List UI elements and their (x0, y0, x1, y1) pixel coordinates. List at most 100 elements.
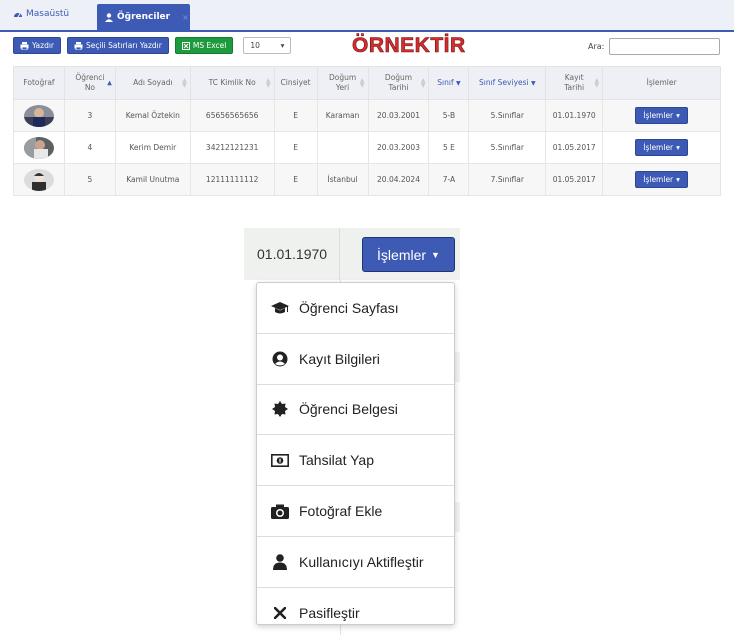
sort-icon: ▲ ▼ (359, 77, 365, 89)
menu-item-activate-user[interactable]: Kullanıcıyı Aktifleştir (257, 537, 454, 588)
row-actions-label: İşlemler (643, 111, 674, 120)
column-header-label: Fotoğraf (23, 78, 55, 88)
menu-item-label: Pasifleştir (299, 605, 360, 622)
caret-down-icon: ▾ (676, 111, 680, 120)
caret-down-icon: ▾ (676, 175, 680, 184)
class-cell: 5-B (428, 99, 470, 132)
avatar[interactable] (23, 104, 54, 127)
menu-item-label: Öğrenci Belgesi (299, 401, 398, 418)
column-header-label: Öğrenci No (75, 73, 105, 92)
dashboard-icon (14, 13, 22, 18)
column-header-actions: İşlemler (602, 66, 721, 100)
column-header-label: Kayıt Tarihi (564, 73, 585, 92)
graduation-cap-icon (271, 299, 289, 317)
tab-students-label: Öğrenciler (117, 12, 171, 22)
column-header-student-no[interactable]: Öğrenci No ▲ (63, 66, 116, 100)
column-header-class[interactable]: Sınıf ▼ (428, 66, 470, 100)
student-list-screenshot: Masaüstü Öğrenciler × Yazdır Seçili Satı… (0, 0, 734, 205)
name-cell: Kemal Öztekin (114, 99, 191, 132)
row-actions-button[interactable]: İşlemler ▾ (635, 107, 688, 124)
table-row: 3 Kemal Öztekin 65656565656 E Karaman 20… (13, 99, 721, 132)
row-actions-button[interactable]: İşlemler ▾ (635, 139, 688, 156)
print-button-label: Yazdır (32, 41, 55, 50)
column-header-label: Doğum Tarihi (384, 73, 413, 92)
row-actions-button[interactable]: İşlemler ▾ (635, 171, 688, 188)
class-cell: 5 E (428, 131, 470, 164)
print-button[interactable]: Yazdır (13, 37, 62, 54)
sort-asc-icon: ▲ (107, 79, 112, 87)
column-header-tc[interactable]: TC Kimlik No ▲ ▼ (189, 66, 275, 100)
menu-item-add-photo[interactable]: Fotoğraf Ekle (257, 486, 454, 537)
birthdate-cell: 20.03.2003 (367, 131, 430, 164)
times-icon (271, 604, 289, 622)
column-header-label: İşlemler (646, 78, 677, 88)
column-header-level[interactable]: Sınıf Seviyesi ▼ (468, 66, 547, 100)
tab-students[interactable]: Öğrenciler × (97, 4, 190, 30)
print-selected-button[interactable]: Seçili Satırları Yazdır (67, 37, 169, 54)
column-header-photo[interactable]: Fotoğraf (13, 66, 65, 100)
avatar[interactable] (23, 136, 54, 159)
table-header-row: Fotoğraf Öğrenci No ▲ Adı Soyadı ▲ ▼ TC Kim… (13, 66, 721, 100)
table-row: 5 Kamil Unutma 12111111112 E İstanbul 20… (13, 163, 721, 196)
camera-icon (271, 502, 289, 520)
search-label: Ara: (588, 42, 605, 51)
column-header-label: Doğum Yeri (328, 73, 357, 92)
actions-dropdown-label: İşlemler (377, 246, 427, 263)
row-actions-label: İşlemler (643, 143, 674, 152)
excel-icon (181, 41, 190, 50)
menu-item-label: Fotoğraf Ekle (299, 503, 383, 520)
excel-button[interactable]: MS Excel (174, 37, 234, 54)
column-header-label: Sınıf Seviyesi (478, 78, 529, 88)
menu-item-deactivate[interactable]: Pasifleştir (257, 588, 454, 635)
chevron-down-icon: ▾ (280, 41, 285, 50)
user-icon (105, 12, 113, 22)
column-header-birthplace[interactable]: Doğum Yeri ▲ ▼ (316, 66, 369, 100)
column-header-label: TC Kimlik No (208, 78, 256, 88)
level-cell: 5.Sınıflar (468, 131, 547, 164)
money-icon (271, 451, 289, 469)
gender-cell: E (273, 163, 318, 196)
sort-icon: ▲ ▼ (182, 77, 187, 89)
gender-cell: E (273, 131, 318, 164)
search-input[interactable] (609, 38, 721, 55)
page-length-select[interactable]: 10 ▾ (243, 37, 292, 54)
actions-dropdown-menu: Öğrenci Sayfası Kayıt Bilgileri Öğrenci … (256, 282, 455, 625)
sort-icon: ▲ ▼ (594, 77, 600, 89)
menu-item-student-certificate[interactable]: Öğrenci Belgesi (257, 385, 454, 436)
printer-icon (74, 41, 83, 50)
tab-desktop-label: Masaüstü (26, 9, 70, 19)
reg-date-cell: 01.05.2017 (545, 131, 604, 164)
actions-cell: İşlemler ▾ (602, 131, 721, 164)
reg-date-cell: 01.05.2017 (545, 163, 604, 196)
tab-desktop[interactable]: Masaüstü (13, 9, 69, 19)
column-header-label: Cinsiyet (280, 78, 311, 88)
tc-cell: 12111111112 (189, 163, 275, 196)
page-length-value: 10 (250, 41, 260, 50)
sort-icon: ▲ ▼ (420, 77, 426, 89)
caret-down-icon: ▾ (676, 143, 680, 152)
tab-close-icon[interactable]: × (182, 13, 189, 22)
column-header-gender[interactable]: Cinsiyet (273, 66, 318, 100)
user-icon (271, 553, 289, 571)
reg-date-cell: 01.01.1970 (244, 228, 340, 280)
actions-cell: İşlemler ▾ (602, 99, 721, 132)
column-header-name[interactable]: Adı Soyadı ▲ ▼ (114, 66, 191, 100)
menu-item-collect-payment[interactable]: Tahsilat Yap (257, 435, 454, 487)
user-circle-icon (271, 350, 289, 368)
level-cell: 5.Sınıflar (468, 99, 547, 132)
column-header-reg-date[interactable]: Kayıt Tarihi ▲ ▼ (545, 66, 604, 100)
actions-dropdown-button[interactable]: İşlemler ▼ (362, 237, 455, 272)
menu-item-registration-info[interactable]: Kayıt Bilgileri (257, 334, 454, 385)
menu-item-label: Tahsilat Yap (299, 452, 374, 469)
class-cell: 7-A (428, 163, 470, 196)
level-cell: 7.Sınıflar (468, 163, 547, 196)
column-header-label: Adı Soyadı (133, 78, 173, 88)
photo-cell (13, 163, 65, 196)
column-header-birthdate[interactable]: Doğum Tarihi ▲ ▼ (367, 66, 430, 100)
avatar[interactable] (23, 168, 54, 191)
menu-item-student-page[interactable]: Öğrenci Sayfası (257, 283, 454, 334)
photo-cell (13, 131, 65, 164)
birthdate-cell: 20.04.2024 (367, 163, 430, 196)
tc-cell: 65656565656 (189, 99, 275, 132)
students-table: Fotoğraf Öğrenci No ▲ Adı Soyadı ▲ ▼ TC Kim… (13, 66, 721, 196)
